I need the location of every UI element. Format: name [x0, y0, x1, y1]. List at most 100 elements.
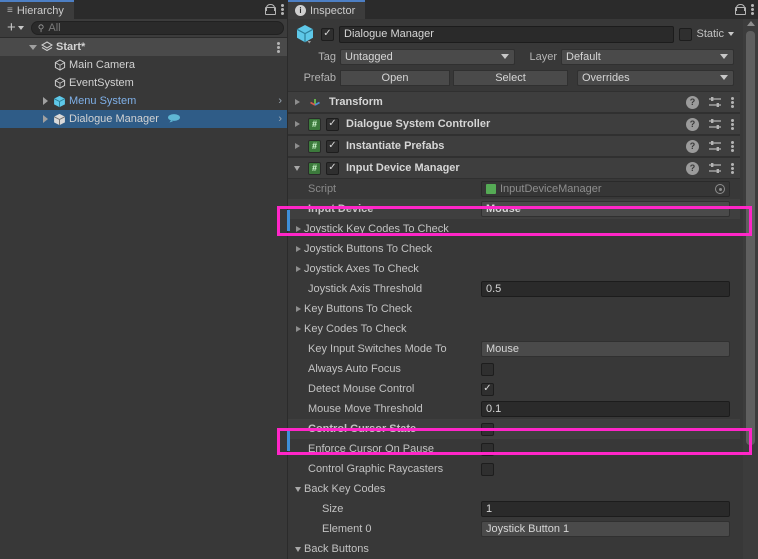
property-field-detect-mouse-control[interactable]: ✓: [481, 382, 730, 396]
property-field-enforce-cursor-on-pause[interactable]: [481, 442, 730, 456]
static-checkbox[interactable]: [679, 27, 693, 41]
joystick-axis-threshold-input[interactable]: 0.5: [481, 281, 730, 297]
tab-hierarchy[interactable]: ≡ Hierarchy: [0, 0, 74, 19]
property-field-size[interactable]: 1: [481, 501, 730, 517]
preset-sliders-icon[interactable]: [708, 118, 722, 130]
control-cursor-state-checkbox[interactable]: [481, 422, 494, 436]
mouse-move-threshold-input[interactable]: 0.1: [481, 401, 730, 417]
component-header-input-device-manager[interactable]: # ✓ Input Device Manager ?: [288, 157, 740, 179]
inspector-scrollbar[interactable]: [743, 19, 758, 559]
hierarchy-row-eventsystem[interactable]: EventSystem: [0, 74, 288, 92]
hierarchy-row-menu-system[interactable]: Menu System ›: [0, 92, 288, 110]
prefab-overrides-dropdown[interactable]: Overrides: [577, 69, 734, 86]
tab-inspector[interactable]: i Inspector: [288, 0, 366, 19]
help-icon[interactable]: ?: [686, 117, 699, 131]
gameobject-enabled-checkbox[interactable]: ✓: [321, 27, 334, 41]
preset-sliders-icon[interactable]: [708, 96, 722, 108]
property-field-control-graphic-raycasters[interactable]: [481, 462, 730, 476]
kebab-menu-icon[interactable]: [281, 3, 284, 16]
property-field-control-cursor-state[interactable]: [481, 422, 730, 436]
back-key-codes-foldout[interactable]: [292, 486, 304, 492]
kebab-menu-icon[interactable]: [731, 96, 734, 109]
dialogue-manager-foldout-toggle[interactable]: [39, 115, 52, 123]
component-header-transform[interactable]: Transform ?: [288, 91, 740, 113]
property-row-joystick-buttons[interactable]: Joystick Buttons To Check: [288, 239, 740, 259]
property-row-key-buttons[interactable]: Key Buttons To Check: [288, 299, 740, 319]
chevron-right-icon[interactable]: ›: [278, 95, 282, 107]
ip-foldout-toggle[interactable]: [291, 143, 303, 149]
property-field-script[interactable]: InputDeviceManager: [481, 181, 730, 197]
prefab-select-button[interactable]: Select: [453, 69, 568, 86]
gameobject-name-field[interactable]: Dialogue Manager: [339, 25, 675, 43]
dsc-enabled-checkbox[interactable]: ✓: [326, 117, 339, 131]
joystick-key-codes-foldout[interactable]: [292, 226, 304, 232]
joystick-buttons-foldout[interactable]: [292, 246, 304, 252]
element-0-dropdown[interactable]: Joystick Button 1: [481, 521, 730, 537]
idm-foldout-toggle[interactable]: [291, 165, 303, 171]
key-input-switches-mode-dropdown[interactable]: Mouse: [481, 341, 730, 357]
scrollbar-thumb[interactable]: [746, 31, 755, 445]
idm-enabled-checkbox[interactable]: ✓: [326, 161, 339, 175]
preset-sliders-icon[interactable]: [708, 162, 722, 174]
gameobject-name-row: ✓ Dialogue Manager Static: [288, 23, 740, 45]
enforce-cursor-on-pause-checkbox[interactable]: [481, 442, 494, 456]
property-label-element-0: Element 0: [322, 523, 372, 535]
kebab-menu-icon[interactable]: [731, 140, 734, 153]
prefab-open-button[interactable]: Open: [340, 69, 450, 86]
component-header-dialogue-system-controller[interactable]: # ✓ Dialogue System Controller ?: [288, 113, 740, 135]
property-field-key-input-switches-mode[interactable]: Mouse: [481, 341, 730, 357]
property-row-key-codes[interactable]: Key Codes To Check: [288, 319, 740, 339]
input-device-dropdown[interactable]: Mouse: [481, 201, 730, 217]
preset-sliders-icon[interactable]: [708, 140, 722, 152]
chevron-down-icon[interactable]: [728, 32, 734, 36]
menu-system-foldout-toggle[interactable]: [39, 97, 52, 105]
property-field-element-0[interactable]: Joystick Button 1: [481, 521, 730, 537]
property-row-control-cursor-state[interactable]: Control Cursor State: [288, 419, 740, 439]
component-actions-idm: ?: [686, 161, 734, 175]
chevron-right-icon[interactable]: ›: [278, 113, 282, 125]
kebab-menu-icon[interactable]: [731, 162, 734, 175]
dsc-foldout-toggle[interactable]: [291, 121, 303, 127]
scene-foldout-toggle[interactable]: [26, 44, 39, 50]
lock-icon[interactable]: [265, 4, 276, 15]
kebab-menu-icon[interactable]: [751, 3, 754, 16]
hierarchy-row-dialogue-manager[interactable]: Dialogue Manager ›: [0, 110, 288, 128]
lock-icon[interactable]: [735, 4, 746, 15]
property-row-back-buttons[interactable]: Back Buttons: [288, 539, 740, 559]
property-field-always-auto-focus[interactable]: [481, 362, 730, 376]
size-input[interactable]: 1: [481, 501, 730, 517]
add-gameobject-button[interactable]: +: [4, 20, 27, 35]
joystick-axes-foldout[interactable]: [292, 266, 304, 272]
hierarchy-row-scene[interactable]: Start*: [0, 38, 288, 56]
component-header-instantiate-prefabs[interactable]: # ✓ Instantiate Prefabs ?: [288, 135, 740, 157]
object-picker-icon[interactable]: [715, 184, 725, 194]
property-field-input-device[interactable]: Mouse: [481, 201, 730, 217]
property-row-input-device[interactable]: Input Device Mouse: [288, 199, 740, 219]
static-toggle-group[interactable]: Static: [679, 27, 734, 41]
control-graphic-raycasters-checkbox[interactable]: [481, 462, 494, 476]
layer-dropdown[interactable]: Default: [561, 48, 734, 65]
help-icon[interactable]: ?: [686, 139, 699, 153]
transform-foldout-toggle[interactable]: [291, 99, 303, 105]
key-codes-foldout[interactable]: [292, 326, 304, 332]
help-icon[interactable]: ?: [686, 161, 699, 175]
property-row-joystick-key-codes[interactable]: Joystick Key Codes To Check: [288, 219, 740, 239]
script-object-field[interactable]: InputDeviceManager: [481, 181, 730, 197]
scene-kebab-menu-icon[interactable]: [277, 41, 280, 54]
search-input[interactable]: ⚲ All: [30, 21, 284, 35]
always-auto-focus-checkbox[interactable]: [481, 362, 494, 376]
property-field-joystick-axis-threshold[interactable]: 0.5: [481, 281, 730, 297]
ip-enabled-checkbox[interactable]: ✓: [326, 139, 339, 153]
property-row-back-key-codes[interactable]: Back Key Codes: [288, 479, 740, 499]
property-field-mouse-move-threshold[interactable]: 0.1: [481, 401, 730, 417]
kebab-menu-icon[interactable]: [731, 118, 734, 131]
scroll-up-arrow-icon[interactable]: [747, 21, 755, 26]
back-buttons-foldout[interactable]: [292, 546, 304, 552]
detect-mouse-control-checkbox[interactable]: ✓: [481, 382, 494, 396]
hierarchy-row-main-camera[interactable]: Main Camera: [0, 56, 288, 74]
property-row-always-auto-focus: Always Auto Focus: [288, 359, 740, 379]
tag-dropdown[interactable]: Untagged: [340, 48, 515, 65]
property-row-joystick-axes[interactable]: Joystick Axes To Check: [288, 259, 740, 279]
key-buttons-foldout[interactable]: [292, 306, 304, 312]
help-icon[interactable]: ?: [686, 95, 699, 109]
